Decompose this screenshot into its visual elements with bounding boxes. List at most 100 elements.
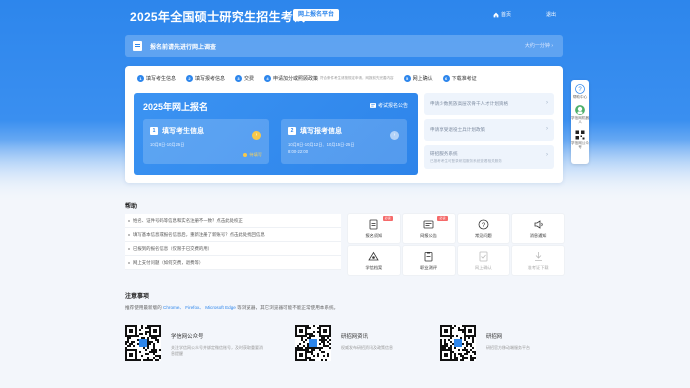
clipboard-icon xyxy=(424,251,433,261)
step-label: 申请加分或照顾政策 xyxy=(273,75,319,82)
step-5: 5 网上确认 xyxy=(403,74,433,82)
qr-title: 研招网资讯 xyxy=(341,334,368,340)
help-faq-item[interactable]: 填写基本信息或报名信息后，重新注册了新账号？点击此处找回信息 xyxy=(125,228,341,242)
step-6: 6 下载准考证 xyxy=(442,74,477,82)
robot-avatar-icon xyxy=(575,104,585,115)
step-number: 2 xyxy=(288,127,296,135)
doc-icon xyxy=(369,219,378,229)
help-tile-notice[interactable]: 网报公告 必读 xyxy=(402,214,455,243)
site-title: 2025年全国硕士研究生招生考试 xyxy=(130,10,306,24)
side-link[interactable]: 研招服务系统 已报考考生可登录研招服务系统查看相关服务 › xyxy=(424,145,554,169)
required-badge: 必读 xyxy=(382,216,393,221)
float-robot[interactable]: 学信网机器人 xyxy=(571,104,589,125)
float-help-center[interactable]: ? 帮助中心 xyxy=(573,84,587,100)
download-icon xyxy=(534,251,542,261)
qr-desc: 权威发布研招资讯及政策信息 xyxy=(341,345,393,350)
step-number: 3 xyxy=(235,74,243,82)
help-tile-doc[interactable]: 报名须知 必读 xyxy=(348,214,400,243)
browser-firefox[interactable]: Firefox、 xyxy=(185,305,204,310)
step-number: 6 xyxy=(442,74,450,82)
floating-toolbar: ? 帮助中心 学信网机器人 学信网公众号 xyxy=(571,80,589,164)
fill-candidate-info-box[interactable]: 1 填写考生信息 10月8日-10月25日 › 待填写 xyxy=(143,119,269,164)
help-tile-grid: 报名须知 必读网报公告 必读 ? 常见问题 消息通知学信档案 职业测评 网上确认 准考证下载 xyxy=(348,214,564,275)
help-tile-label: 消息通知 xyxy=(529,232,547,238)
svg-text:?: ? xyxy=(578,87,582,93)
survey-doc-icon xyxy=(133,41,142,51)
qr-card: 学信网公众号 关注学信网公众号并绑定微信账号，及时获取重要消息提醒 xyxy=(125,325,266,361)
go-arrow-icon[interactable]: › xyxy=(252,131,261,140)
exit-link[interactable]: 退出 xyxy=(546,11,556,18)
help-faq-item[interactable]: 姓名、证件号码等信息和实名注册不一致？点击此处校正 xyxy=(125,214,341,228)
side-link[interactable]: 申请享受退役士兵计划政策 › xyxy=(424,119,554,141)
platform-tag: 网上报名平台 xyxy=(293,9,340,21)
side-link-title: 申请享受退役士兵计划政策 xyxy=(430,127,486,132)
help-tile-archive[interactable]: 学信档案 xyxy=(348,246,400,275)
side-link-title: 研招服务系统 xyxy=(430,150,458,156)
box-title: 填写报考信息 xyxy=(300,128,342,135)
home-link[interactable]: 首页 xyxy=(493,11,511,18)
notice-title: 注意事项 xyxy=(125,294,150,300)
chevron-right-icon: › xyxy=(546,100,548,106)
registration-card: 1 填写考生信息 2 填写报考信息 3 交费 4 申请加分或照顾政策 符合条件考生请按规定申请，… xyxy=(125,66,563,183)
chevron-right-icon: › xyxy=(546,126,548,132)
qr-desc: 研招官方移动端服务平台 xyxy=(486,345,530,350)
notice-icon xyxy=(423,220,434,228)
qr-desc: 关注学信网公众号并绑定微信账号，及时获取重要消息提醒 xyxy=(171,345,263,356)
required-badge: 必读 xyxy=(437,216,448,221)
go-arrow-icon[interactable]: › xyxy=(390,131,399,140)
home-icon xyxy=(493,12,499,17)
chevron-right-icon: › xyxy=(546,152,548,158)
help-tile-label: 学信档案 xyxy=(365,264,383,270)
help-faq-item[interactable]: 已报到的报名信息（仅限于已交费的用） xyxy=(125,242,341,256)
speaker-icon xyxy=(534,219,543,229)
archive-icon xyxy=(368,251,380,260)
help-tile-label: 网上确认 xyxy=(474,264,492,270)
help-tile-clipboard[interactable]: 职业测评 xyxy=(402,246,455,275)
side-link[interactable]: 申请少数民族高层次骨干人才计划资格 › xyxy=(424,93,554,115)
box-title: 填写考生信息 xyxy=(162,128,204,135)
side-links: 申请少数民族高层次骨干人才计划资格 › 申请享受退役士兵计划政策 › 研招服务系统 已报考… xyxy=(424,93,554,173)
exam-notice-link[interactable]: 考试报名公告 xyxy=(369,102,408,109)
help-tile-confirm[interactable]: 网上确认 xyxy=(457,246,510,275)
step-number: 1 xyxy=(137,74,144,82)
step-label: 网上确认 xyxy=(412,75,433,82)
step-label: 交费 xyxy=(244,75,255,82)
step-note: 符合条件考生请按规定申请，网报前先完善内容 xyxy=(320,75,394,80)
help-faq-item[interactable]: 网上支付问题（如何交费，退费等） xyxy=(125,256,341,270)
step-number: 1 xyxy=(150,127,158,135)
side-link-title: 申请少数民族高层次骨干人才计划资格 xyxy=(430,101,509,106)
step-label: 下载准考证 xyxy=(451,75,477,82)
notice-icon xyxy=(369,103,376,108)
qr-code-icon xyxy=(440,325,476,361)
browser-notice: 推荐使用最新版的 Chrome、 Firefox、 Microsoft Edge… xyxy=(125,305,339,310)
step-2: 2 填写报考信息 xyxy=(186,74,226,82)
help-tile-speaker[interactable]: 消息通知 xyxy=(512,214,564,243)
qr-code-icon xyxy=(125,325,161,361)
step-number: 2 xyxy=(186,74,194,82)
question-icon: ? xyxy=(478,219,489,229)
help-faq-list: 姓名、证件号码等信息和实名注册不一致？点击此处校正 填写基本信息或报名信息后，重新… xyxy=(125,214,341,270)
survey-banner[interactable]: 报名前请先进行网上调查 大约一分钟 › xyxy=(125,35,563,57)
qr-card: 研招网资讯权威发布研招资讯及政策信息 xyxy=(295,325,436,361)
step-bar: 1 填写考生信息 2 填写报考信息 3 交费 4 申请加分或照顾政策 符合条件考生请按规定申请，… xyxy=(137,73,555,83)
browser-chrome[interactable]: Chrome、 xyxy=(163,305,184,310)
box-date: 10月8日-10月12日、10月15日-25日 8:00-22:00 xyxy=(288,142,355,154)
browser-edge[interactable]: Microsoft Edge xyxy=(205,305,236,310)
help-tile-download[interactable]: 准考证下载 xyxy=(512,246,564,275)
registration-panel: 2025年网上报名 考试报名公告 1 填写考生信息 10月8日-10月25日 › … xyxy=(134,93,418,175)
qr-title: 研招网 xyxy=(486,334,503,340)
step-label: 填写报考信息 xyxy=(195,75,226,82)
step-label: 填写考生信息 xyxy=(146,75,177,82)
qr-code-icon xyxy=(575,129,585,140)
fill-application-info-box[interactable]: 2 填写报考信息 10月8日-10月12日、10月15日-25日 8:00-22:0… xyxy=(281,119,407,164)
confirm-icon xyxy=(479,251,488,261)
step-number: 5 xyxy=(403,74,411,82)
survey-duration: 大约一分钟 › xyxy=(524,43,553,49)
help-tile-label: 网报公告 xyxy=(420,232,437,238)
help-title: 帮助 xyxy=(125,204,138,210)
float-wechat-qr[interactable]: 学信网公众号 xyxy=(571,129,589,150)
help-tile-label: 职业测评 xyxy=(420,264,437,270)
top-bar: 2025年全国硕士研究生招生考试 网上报名平台 首页 退出 xyxy=(0,0,690,32)
help-tile-question[interactable]: ? 常见问题 xyxy=(457,214,510,243)
status-badge: 待填写 xyxy=(243,152,262,158)
